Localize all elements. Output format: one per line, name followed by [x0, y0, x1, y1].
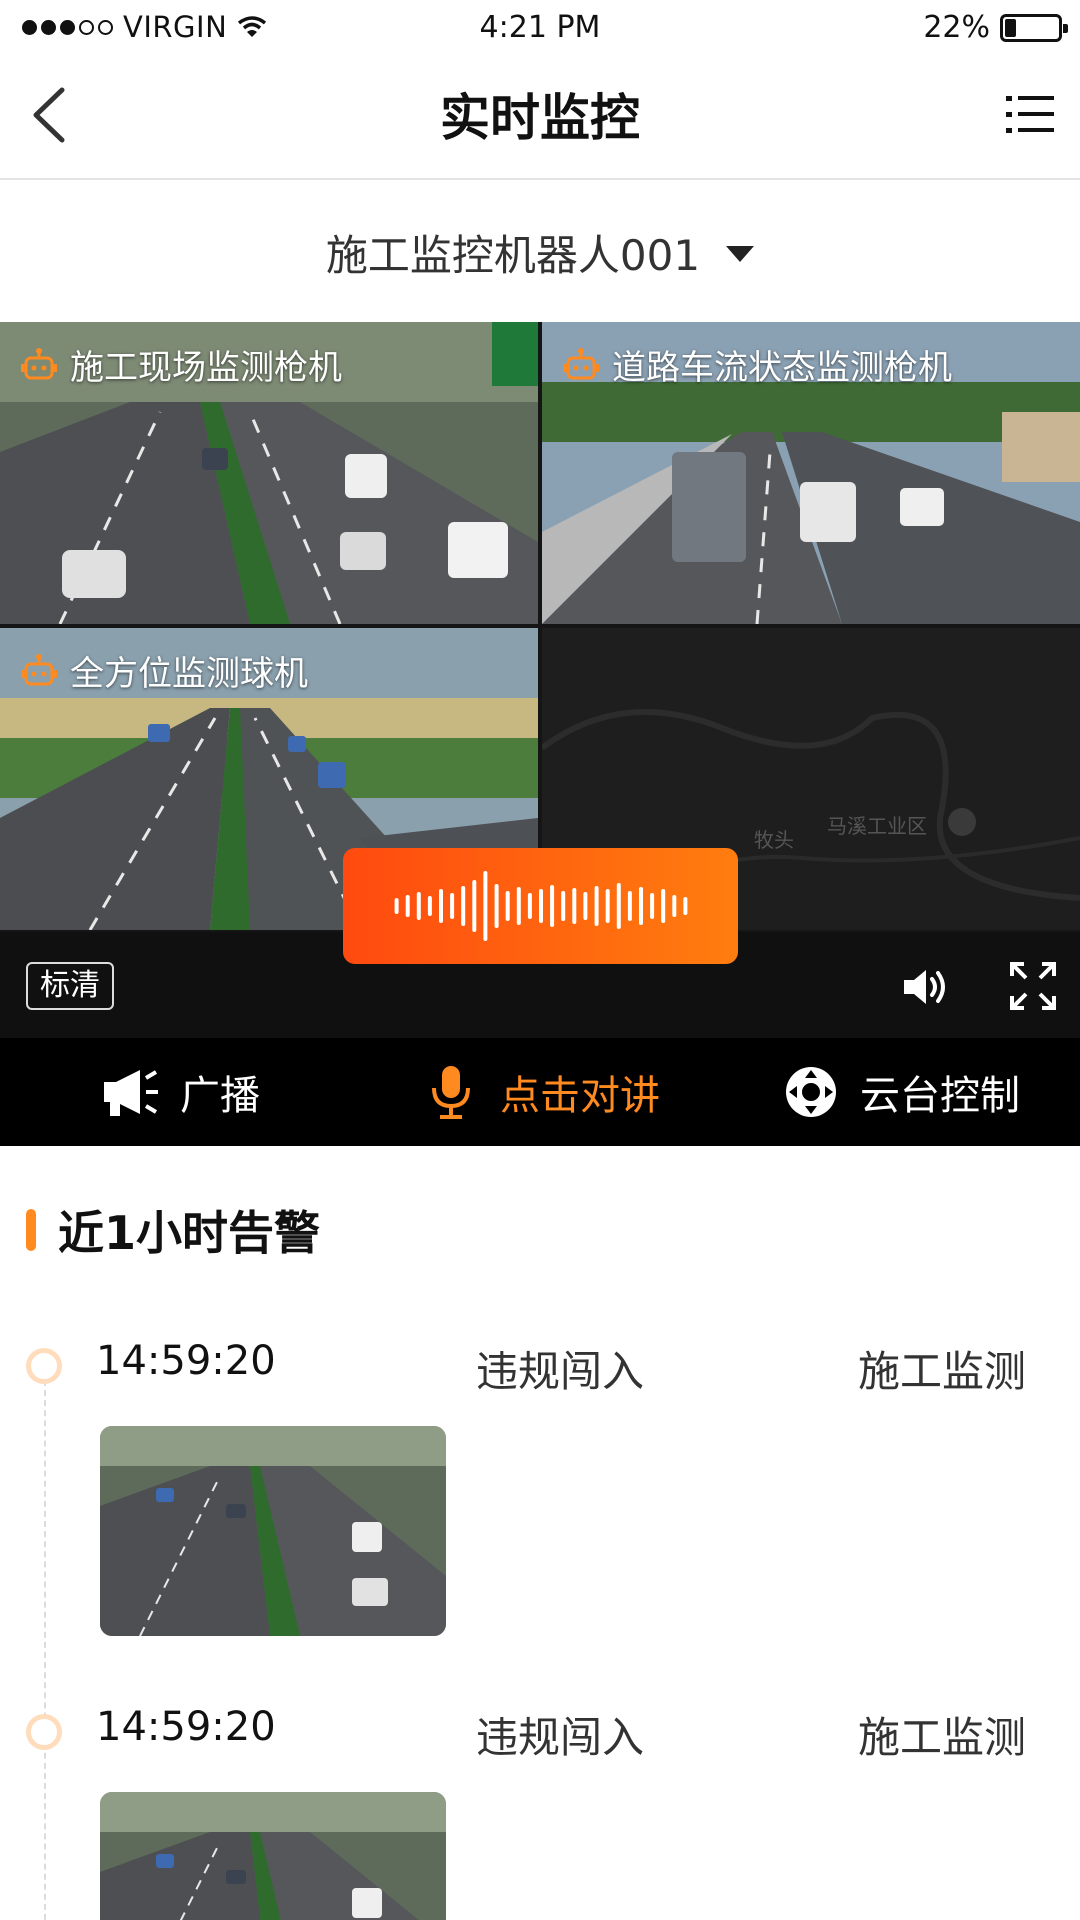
timeline-dot: [26, 1714, 62, 1750]
quality-button[interactable]: 标清: [26, 962, 114, 1010]
alert-snapshot[interactable]: [100, 1792, 446, 1920]
alert-source: 施工监测: [857, 1713, 1026, 1762]
sound-wave-bar: [427, 896, 432, 916]
alerts-title: 近1小时告警: [58, 1206, 321, 1260]
sound-wave-bar: [649, 893, 654, 919]
snapshot-image: [100, 1426, 446, 1636]
sound-wave-bar: [516, 887, 521, 925]
action-bar: 广播 点击对讲 云台控制: [0, 1038, 1080, 1146]
snapshot-image: [100, 1792, 446, 1920]
sound-wave-bar: [416, 892, 421, 920]
device-selector[interactable]: 施工监控机器人001: [0, 182, 1080, 322]
sound-wave-bar: [482, 871, 487, 941]
camera-name: 施工现场监测枪机: [70, 348, 342, 388]
map-place-label: 牧头: [754, 828, 794, 852]
sound-wave-bar: [549, 885, 554, 927]
sound-wave-bar: [460, 886, 465, 926]
sound-wave-bar: [594, 886, 599, 926]
video-grid: 施工现场监测枪机 道路车流状态监测枪机 全方位监测球机 马溪工业区 牧头 标清: [0, 322, 1080, 1038]
ptz-label: 云台控制: [860, 1073, 1020, 1119]
alert-type: 违规闯入: [476, 1713, 645, 1762]
camera-label: 全方位监测球机: [20, 646, 308, 695]
sound-wave-bar: [438, 889, 443, 923]
sound-wave-bar: [494, 884, 499, 928]
camera-name: 全方位监测球机: [70, 654, 308, 694]
voice-intercom-overlay[interactable]: [343, 848, 738, 964]
alert-time: 14:59:20: [96, 1338, 276, 1384]
sound-wave-bar: [582, 892, 587, 920]
map-place-label: 马溪工业区: [827, 814, 927, 838]
sound-wave-bar: [671, 895, 676, 917]
sound-wave-bar: [605, 889, 610, 923]
timeline-line: [44, 1380, 46, 1920]
fullscreen-icon[interactable]: [1008, 960, 1058, 1012]
sound-wave-bar: [505, 891, 510, 921]
sound-wave-bar: [538, 889, 543, 923]
microphone-icon: [432, 1066, 470, 1119]
robot-icon: [21, 653, 57, 685]
page-title: 实时监控: [440, 89, 640, 147]
alert-time: 14:59:20: [96, 1704, 276, 1750]
robot-icon: [563, 347, 599, 379]
broadcast-label: 广播: [180, 1073, 260, 1119]
sound-wave-bar: [471, 880, 476, 932]
navigation-bar: 实时监控: [0, 58, 1080, 180]
camera-label: 施工现场监测枪机: [20, 340, 342, 389]
joystick-icon: [786, 1067, 836, 1117]
camera-feed[interactable]: 施工现场监测枪机: [0, 322, 538, 624]
ptz-control-button[interactable]: 云台控制: [720, 1063, 1080, 1121]
sound-wave-bar: [682, 897, 687, 915]
alert-snapshot[interactable]: [100, 1426, 446, 1636]
section-accent-bar: [26, 1209, 36, 1251]
sound-wave-bar: [405, 895, 410, 917]
status-right: 22%: [923, 10, 1068, 45]
sound-wave-bar: [394, 898, 399, 914]
battery-percent: 22%: [923, 10, 990, 45]
status-bar: VIRGIN 4:21 PM 22%: [0, 0, 1080, 58]
alert-type: 违规闯入: [476, 1347, 645, 1396]
talk-button[interactable]: 点击对讲: [360, 1063, 720, 1121]
camera-label: 道路车流状态监测枪机: [562, 340, 952, 389]
sound-wave-bar: [660, 889, 665, 923]
sound-wave-bar: [449, 893, 454, 919]
talk-label: 点击对讲: [500, 1073, 660, 1119]
sound-wave-bar: [638, 887, 643, 925]
caret-down-icon: [726, 246, 755, 262]
sound-wave-bar: [627, 891, 632, 921]
list-menu-icon[interactable]: [1004, 88, 1056, 140]
sound-wave-bar: [527, 893, 532, 919]
sound-wave-icon: [394, 871, 687, 941]
camera-name: 道路车流状态监测枪机: [612, 348, 952, 388]
status-time: 4:21 PM: [479, 10, 601, 45]
battery-icon: [1000, 13, 1068, 42]
megaphone-icon: [104, 1070, 158, 1116]
alerts-header: 近1小时告警: [0, 1190, 1080, 1270]
alert-source: 施工监测: [857, 1347, 1026, 1396]
sound-wave-bar: [560, 891, 565, 921]
device-name: 施工监控机器人001: [325, 230, 701, 280]
sound-wave-bar: [571, 888, 576, 924]
sound-wave-bar: [616, 883, 621, 929]
robot-icon: [21, 347, 57, 379]
battery-level: [1005, 18, 1016, 37]
broadcast-button[interactable]: 广播: [0, 1063, 360, 1121]
camera-feed[interactable]: 道路车流状态监测枪机: [542, 322, 1080, 624]
timeline-dot: [26, 1348, 62, 1384]
speaker-icon[interactable]: [900, 962, 950, 1012]
